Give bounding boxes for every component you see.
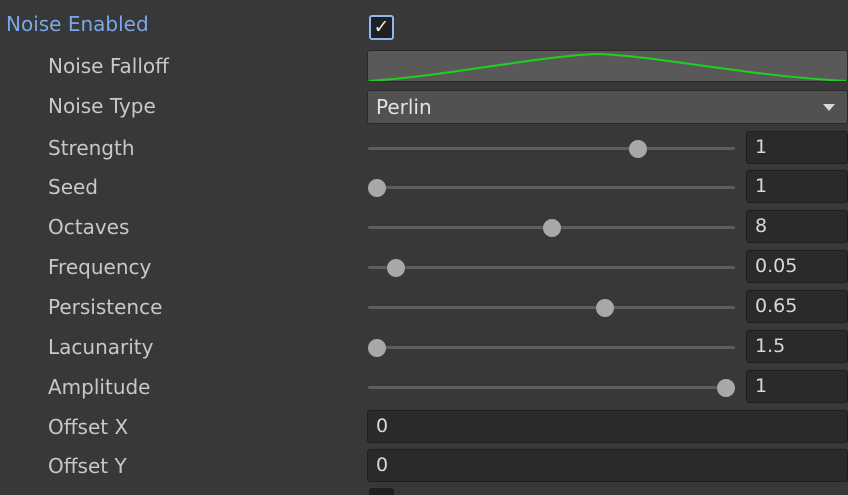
- frequency-slider-track[interactable]: [368, 258, 735, 277]
- noise-settings-panel: Noise Enabled ✓ Noise Falloff Noise Type…: [0, 0, 848, 495]
- strength-slider-track[interactable]: [368, 139, 735, 158]
- persistence-label: Persistence: [48, 295, 163, 319]
- frequency-input[interactable]: 0.05: [746, 250, 848, 283]
- amplitude-slider-thumb[interactable]: [716, 378, 735, 397]
- noise-type-dropdown[interactable]: Perlin: [367, 90, 848, 124]
- amplitude-label: Amplitude: [48, 375, 151, 399]
- offset-y-input[interactable]: 0: [367, 449, 848, 482]
- seed-slider-track[interactable]: [368, 178, 735, 197]
- lacunarity-input[interactable]: 1.5: [746, 330, 848, 363]
- noise-enabled-row: Noise Enabled ✓: [0, 4, 848, 44]
- persistence-slider-thumb[interactable]: [596, 298, 615, 317]
- lacunarity-slider-track[interactable]: [368, 338, 735, 357]
- amplitude-slider-track[interactable]: [368, 378, 735, 397]
- offset-x-row: Offset X 0: [0, 407, 848, 447]
- strength-row: Strength 1: [0, 128, 848, 168]
- octaves-input[interactable]: 8: [746, 210, 848, 243]
- octaves-row: Octaves 8: [0, 207, 848, 247]
- offset-y-label: Offset Y: [48, 454, 127, 478]
- octaves-slider-track[interactable]: [368, 218, 735, 237]
- persistence-slider-track[interactable]: [368, 298, 735, 317]
- frequency-row: Frequency 0.05: [0, 247, 848, 287]
- noise-enabled-checkbox[interactable]: ✓: [369, 15, 394, 40]
- frequency-slider-thumb[interactable]: [386, 258, 405, 277]
- frequency-label: Frequency: [48, 255, 152, 279]
- checkmark-icon: ✓: [373, 16, 390, 38]
- seed-input[interactable]: 1: [746, 170, 848, 203]
- octaves-slider-thumb[interactable]: [542, 218, 561, 237]
- dropdown-arrow-icon: [823, 104, 835, 111]
- falloff-curve-line: [368, 52, 847, 81]
- strength-slider-thumb[interactable]: [628, 139, 647, 158]
- amplitude-input[interactable]: 1: [746, 370, 848, 403]
- noise-falloff-label: Noise Falloff: [48, 54, 169, 78]
- seed-slider-thumb[interactable]: [368, 178, 387, 197]
- next-checkbox-partial[interactable]: [369, 488, 394, 495]
- lacunarity-label: Lacunarity: [48, 335, 154, 359]
- noise-falloff-curve-field[interactable]: [367, 50, 848, 82]
- strength-input[interactable]: 1: [746, 131, 848, 164]
- seed-row: Seed 1: [0, 167, 848, 207]
- noise-enabled-label: Noise Enabled: [6, 12, 149, 36]
- lacunarity-slider-thumb[interactable]: [368, 338, 387, 357]
- persistence-input[interactable]: 0.65: [746, 290, 848, 323]
- seed-label: Seed: [48, 175, 98, 199]
- lacunarity-row: Lacunarity 1.5: [0, 327, 848, 367]
- noise-type-value: Perlin: [376, 95, 432, 119]
- strength-label: Strength: [48, 136, 135, 160]
- offset-x-label: Offset X: [48, 415, 129, 439]
- offset-y-row: Offset Y 0: [0, 446, 848, 486]
- persistence-row: Persistence 0.65: [0, 287, 848, 327]
- octaves-label: Octaves: [48, 215, 130, 239]
- falloff-curve-graph: [368, 52, 847, 81]
- noise-type-label: Noise Type: [48, 94, 156, 118]
- offset-x-input[interactable]: 0: [367, 410, 848, 443]
- amplitude-row: Amplitude 1: [0, 367, 848, 407]
